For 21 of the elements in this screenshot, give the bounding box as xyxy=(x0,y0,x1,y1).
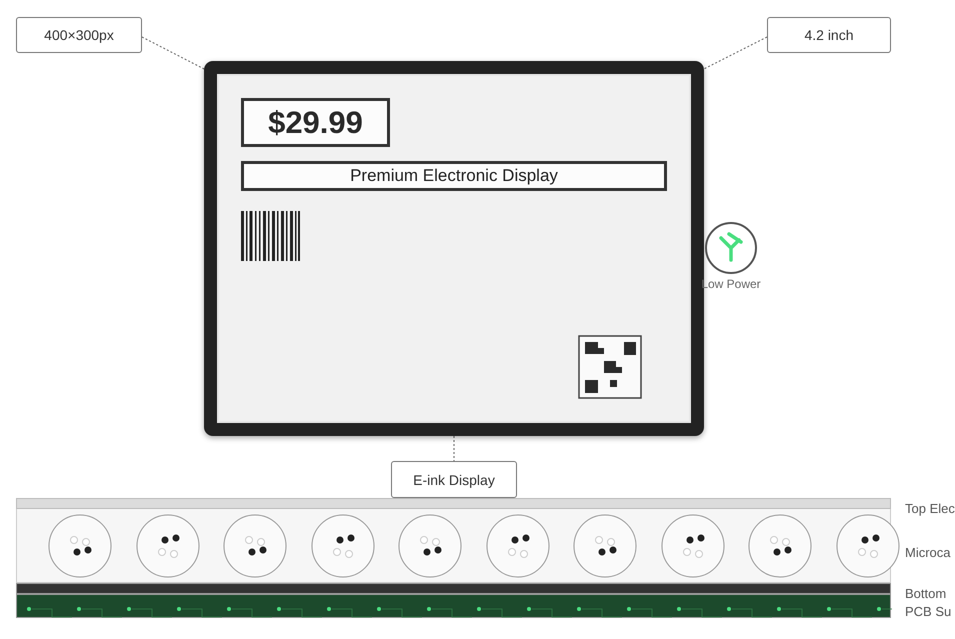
microcapsule-drawing xyxy=(48,514,112,578)
price-label: $29.99 xyxy=(241,98,390,147)
layer-label: Top Elec xyxy=(905,501,955,516)
product-name-label: Premium Electronic Display xyxy=(241,161,667,191)
barcode-drawing xyxy=(241,211,300,261)
microcapsule-drawing xyxy=(136,514,200,578)
microcapsule-drawing xyxy=(310,514,374,578)
microcapsule-drawing xyxy=(486,514,550,578)
layer-label: PCB Su xyxy=(905,604,952,619)
layer-label: Bottom xyxy=(905,586,946,601)
display-label: E-ink Display xyxy=(391,461,517,498)
antenna-icon xyxy=(704,221,758,275)
microcapsule-drawing xyxy=(748,514,812,578)
qr-code-drawing xyxy=(578,335,642,399)
callout-label: 400×300px xyxy=(16,17,142,53)
microcapsule-drawing xyxy=(398,514,462,578)
microcapsule-drawing xyxy=(223,514,287,578)
layer-label: Microca xyxy=(905,545,951,560)
callout-label: 4.2 inch xyxy=(767,17,891,53)
microcapsule-drawing xyxy=(660,514,724,578)
microcapsule-drawing xyxy=(573,514,637,578)
